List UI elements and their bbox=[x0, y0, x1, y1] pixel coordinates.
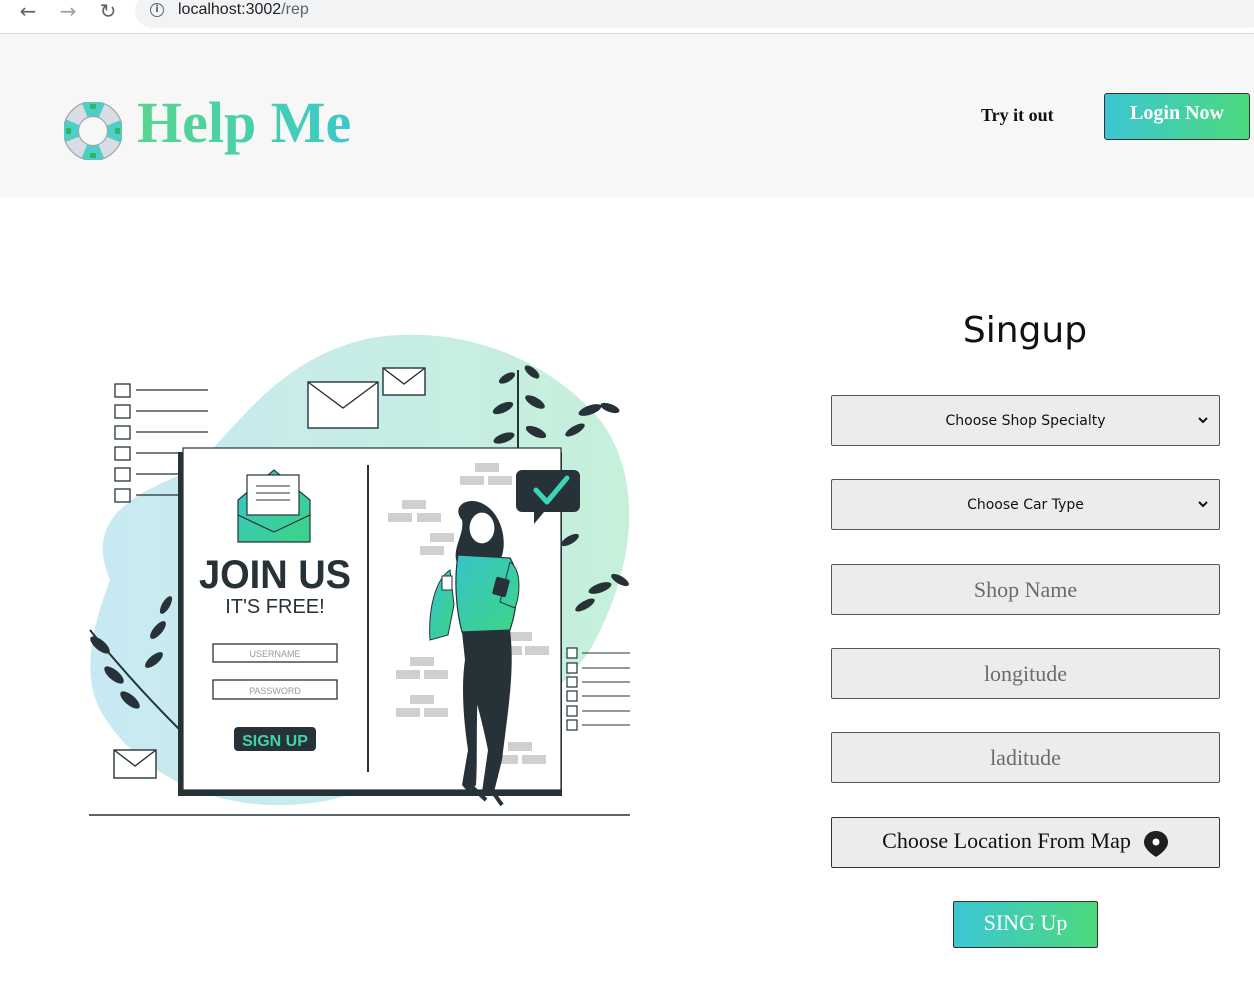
username-text: USERNAME bbox=[249, 649, 300, 659]
url-host: localhost:3002 bbox=[178, 1, 282, 18]
chevron-down-icon bbox=[1198, 501, 1208, 508]
browser-toolbar: ← → ↻ i localhost:3002/rep bbox=[0, 0, 1254, 34]
password-text: PASSWORD bbox=[249, 686, 301, 696]
longitude-input[interactable]: longitude bbox=[831, 648, 1220, 699]
url-text[interactable]: localhost:3002/rep bbox=[178, 1, 309, 19]
its-free-text: IT'S FREE! bbox=[225, 596, 324, 618]
choose-location-label: Choose Location From Map bbox=[882, 827, 1131, 853]
reload-icon[interactable]: ↻ bbox=[95, 0, 121, 23]
choose-location-button[interactable]: Choose Location From Map bbox=[831, 817, 1220, 868]
sign-up-text: SIGN UP bbox=[242, 733, 308, 750]
url-path: /rep bbox=[281, 1, 309, 18]
signup-illustration: JOIN US IT'S FREE! USERNAME PASSWORD SIG… bbox=[89, 334, 630, 816]
longitude-placeholder: longitude bbox=[983, 660, 1068, 686]
back-icon[interactable]: ← bbox=[15, 0, 41, 23]
join-us-text: JOIN US bbox=[199, 553, 351, 597]
shop-name-input[interactable]: Shop Name bbox=[831, 564, 1220, 615]
car-type-selected: Choose Car Type bbox=[967, 496, 1084, 513]
latitude-input[interactable]: laditude bbox=[831, 732, 1220, 783]
brand-title[interactable]: Help Me bbox=[137, 88, 351, 158]
car-type-select[interactable]: Choose Car Type bbox=[831, 479, 1220, 530]
form-title: Singup bbox=[962, 310, 1088, 351]
latitude-placeholder: laditude bbox=[990, 744, 1061, 770]
forward-icon[interactable]: → bbox=[55, 0, 81, 23]
map-pin-icon bbox=[1143, 830, 1168, 857]
chevron-down-icon bbox=[1198, 417, 1208, 424]
signup-submit-button[interactable]: SING Up bbox=[953, 901, 1098, 948]
login-button[interactable]: Login Now bbox=[1104, 93, 1250, 140]
info-icon[interactable]: i bbox=[150, 3, 164, 17]
lifebuoy-icon bbox=[64, 102, 122, 160]
shop-specialty-selected: Choose Shop Specialty bbox=[945, 412, 1106, 429]
shop-name-placeholder: Shop Name bbox=[973, 576, 1078, 602]
shop-specialty-select[interactable]: Choose Shop Specialty bbox=[831, 395, 1220, 446]
try-it-out-link[interactable]: Try it out bbox=[981, 105, 1054, 126]
